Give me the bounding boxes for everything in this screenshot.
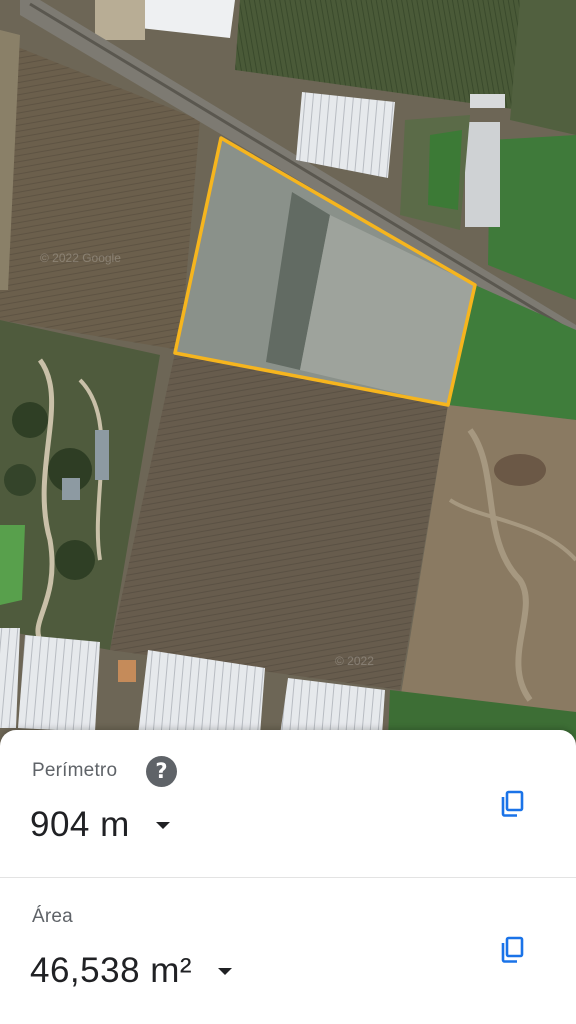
- area-section: Área 46,538 m²: [0, 878, 576, 1024]
- perimeter-unit-dropdown[interactable]: 904 m: [30, 802, 170, 848]
- measurement-bottom-sheet: Perímetro ? 904 m Área 46,538 m²: [0, 730, 576, 1024]
- chevron-down-icon[interactable]: [218, 967, 233, 975]
- area-unit-dropdown[interactable]: 46,538 m²: [30, 948, 233, 994]
- area-value: 46,538 m²: [30, 951, 193, 990]
- perimeter-label: Perímetro: [32, 760, 118, 781]
- help-circle-icon[interactable]: ?: [146, 756, 177, 787]
- perimeter-section: Perímetro ? 904 m: [0, 730, 576, 877]
- copy-perimeter-button[interactable]: [496, 786, 532, 822]
- map-watermark-1: © 2022 Google: [40, 251, 121, 265]
- copy-icon: [501, 936, 524, 963]
- area-label: Área: [32, 906, 73, 927]
- map-watermark-2: © 2022: [335, 654, 374, 668]
- copy-icon: [501, 790, 524, 817]
- copy-area-button[interactable]: [496, 932, 532, 968]
- chevron-down-icon[interactable]: [155, 821, 170, 829]
- satellite-map[interactable]: © 2022 Google © 2022: [0, 0, 576, 760]
- perimeter-value: 904 m: [30, 805, 130, 844]
- satellite-imagery[interactable]: © 2022 Google © 2022: [0, 0, 576, 760]
